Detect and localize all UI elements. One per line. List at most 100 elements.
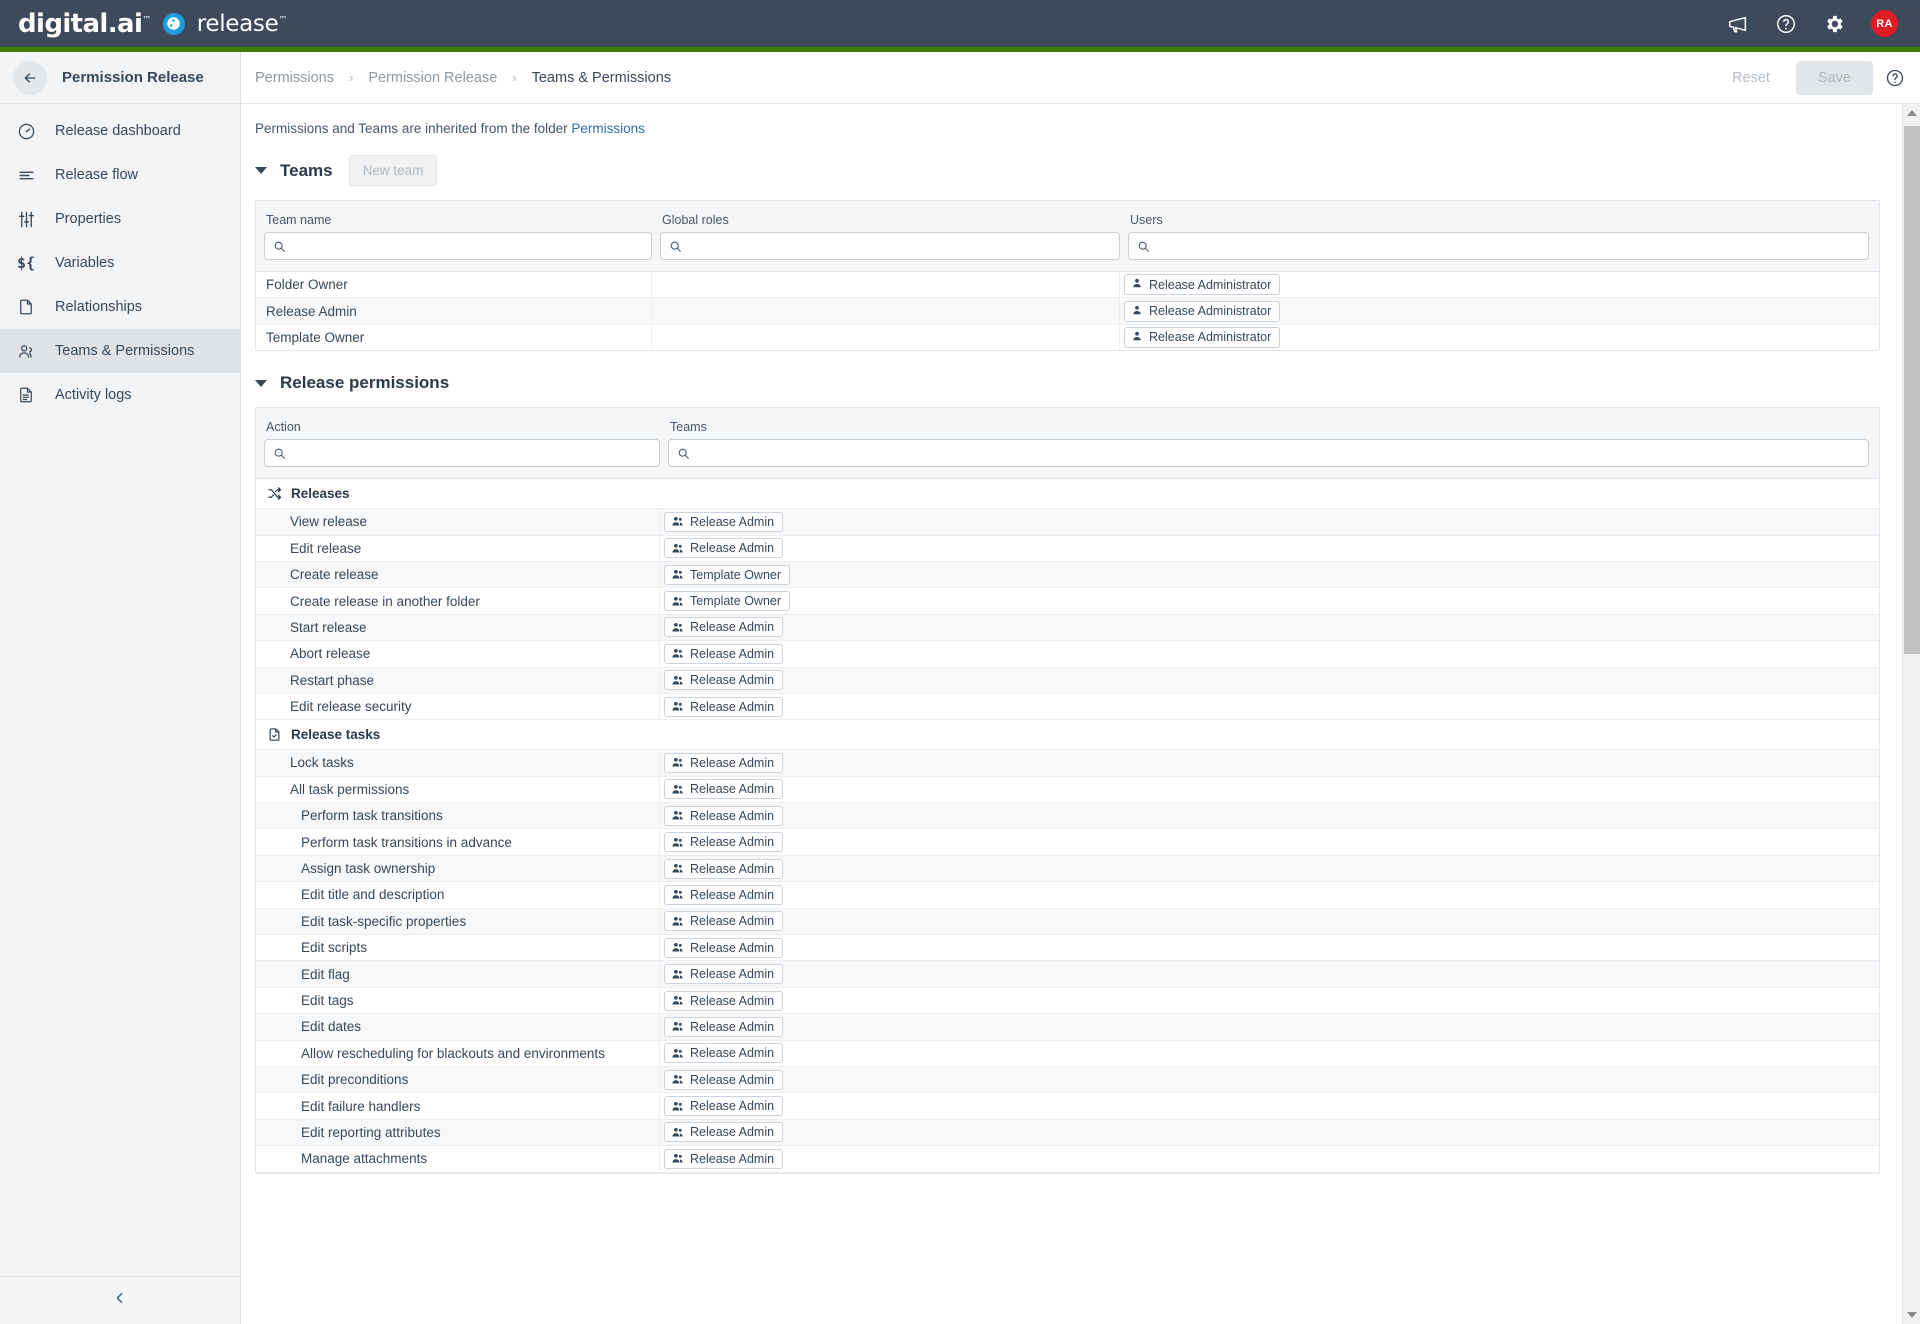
users-filter[interactable] bbox=[1128, 232, 1869, 260]
caret-down-icon[interactable] bbox=[255, 167, 267, 174]
team-chip[interactable]: Release Admin bbox=[664, 696, 784, 717]
permission-row[interactable]: Lock tasks Release Admin bbox=[256, 750, 1879, 777]
permission-row[interactable]: Edit reporting attributes Release Admin bbox=[256, 1119, 1879, 1147]
permission-row[interactable]: Edit preconditions Release Admin bbox=[256, 1066, 1879, 1094]
team-chip[interactable]: Release Admin bbox=[664, 884, 784, 905]
breadcrumb-item-permissions[interactable]: Permissions bbox=[255, 70, 334, 86]
help-circle-icon[interactable] bbox=[1885, 68, 1905, 88]
new-team-button[interactable]: New team bbox=[348, 155, 438, 186]
team-chip[interactable]: Release Admin bbox=[664, 911, 784, 932]
permission-row[interactable]: Edit title and description Release Admin bbox=[256, 882, 1879, 909]
permission-row[interactable]: Abort release Release Admin bbox=[256, 641, 1879, 668]
action-filter-input[interactable] bbox=[286, 440, 659, 467]
permission-teams-cell: Release Admin bbox=[660, 668, 1879, 693]
team-chip[interactable]: Release Admin bbox=[664, 617, 784, 638]
permission-row[interactable]: Manage attachments Release Admin bbox=[256, 1146, 1879, 1173]
permission-row[interactable]: Edit task-specific properties Release Adm… bbox=[256, 908, 1879, 936]
help-circle-icon[interactable] bbox=[1775, 13, 1797, 35]
team-chip[interactable]: Release Admin bbox=[664, 805, 784, 826]
action-filter[interactable] bbox=[264, 439, 660, 468]
scrollbar-thumb[interactable] bbox=[1904, 126, 1920, 654]
permission-row[interactable]: Edit scripts Release Admin bbox=[256, 935, 1879, 962]
team-chip[interactable]: Template Owner bbox=[664, 564, 791, 585]
sidebar-item-variables[interactable]: ${ Variables bbox=[0, 241, 240, 285]
team-chip[interactable]: Release Admin bbox=[664, 1122, 784, 1143]
permission-row[interactable]: Assign task ownership Release Admin bbox=[256, 855, 1879, 883]
users-filter-input[interactable] bbox=[1150, 233, 1868, 259]
team-chip[interactable]: Template Owner bbox=[664, 591, 791, 612]
permission-row[interactable]: Perform task transitions Release Admin bbox=[256, 803, 1879, 830]
teams-table: Team name Global roles Users Folder Owne… bbox=[255, 200, 1880, 352]
team-name-filter-input[interactable] bbox=[286, 233, 651, 259]
team-name-filter[interactable] bbox=[264, 232, 652, 260]
team-chip[interactable]: Release Admin bbox=[664, 511, 784, 532]
permission-row[interactable]: Edit release security Release Admin bbox=[256, 693, 1879, 721]
team-chip[interactable]: Release Admin bbox=[664, 538, 784, 559]
permission-row[interactable]: Perform task transitions in advance Relea… bbox=[256, 829, 1879, 856]
permission-action-label: Restart phase bbox=[256, 667, 660, 693]
team-chip[interactable]: Release Admin bbox=[664, 832, 784, 853]
sidebar-item-properties[interactable]: Properties bbox=[0, 197, 240, 241]
permission-row[interactable]: Create release in another folder Template… bbox=[256, 588, 1879, 615]
gear-icon[interactable] bbox=[1823, 13, 1845, 35]
team-chip[interactable]: Release Admin bbox=[664, 643, 784, 664]
team-chip[interactable]: Release Admin bbox=[664, 858, 784, 879]
brand-logo[interactable]: digital.ai™ release™ bbox=[18, 9, 287, 39]
global-roles-filter[interactable] bbox=[660, 232, 1120, 260]
team-chip[interactable]: Release Admin bbox=[664, 1096, 784, 1117]
team-chip-label: Release Admin bbox=[690, 940, 775, 955]
team-chip[interactable]: Release Admin bbox=[664, 752, 784, 773]
scroll-down-button[interactable] bbox=[1903, 1306, 1920, 1324]
reset-button[interactable]: Reset bbox=[1718, 62, 1784, 94]
sidebar-item-teams-permissions[interactable]: Teams & Permissions bbox=[0, 329, 240, 373]
team-chip[interactable]: Release Admin bbox=[664, 779, 784, 800]
table-row[interactable]: Release Admin Release Administrator bbox=[256, 298, 1879, 325]
user-chip[interactable]: Release Administrator bbox=[1124, 326, 1281, 348]
permission-row[interactable]: Edit failure handlers Release Admin bbox=[256, 1093, 1879, 1120]
permission-row[interactable]: All task permissions Release Admin bbox=[256, 776, 1879, 804]
team-chip[interactable]: Release Admin bbox=[664, 1016, 784, 1037]
teams-filter[interactable] bbox=[668, 439, 1869, 468]
permission-row[interactable]: Create release Template Owner bbox=[256, 561, 1879, 589]
team-chip[interactable]: Release Admin bbox=[664, 1148, 784, 1169]
team-chip[interactable]: Release Admin bbox=[664, 1043, 784, 1064]
global-roles-filter-input[interactable] bbox=[682, 233, 1119, 259]
sidebar-item-relationships[interactable]: Relationships bbox=[0, 285, 240, 329]
vertical-scrollbar[interactable] bbox=[1902, 104, 1920, 1324]
permission-row[interactable]: Start release Release Admin bbox=[256, 614, 1879, 642]
scroll-up-button[interactable] bbox=[1903, 104, 1920, 122]
permission-row[interactable]: Edit tags Release Admin bbox=[256, 987, 1879, 1015]
team-chip[interactable]: Release Admin bbox=[664, 1069, 784, 1090]
table-row[interactable]: Folder Owner Release Administrator bbox=[256, 272, 1879, 299]
user-chip[interactable]: Release Administrator bbox=[1124, 274, 1281, 296]
team-chip[interactable]: Release Admin bbox=[664, 964, 784, 985]
sidebar-collapse-button[interactable] bbox=[0, 1276, 240, 1324]
breadcrumb-item-current: Teams & Permissions bbox=[531, 69, 672, 86]
permissions-section-header: Release permissions bbox=[255, 373, 1902, 393]
teams-filter-input[interactable] bbox=[690, 440, 1868, 467]
avatar[interactable]: RA bbox=[1871, 10, 1898, 37]
inherit-note-link[interactable]: Permissions bbox=[571, 121, 645, 136]
team-chip-label: Release Admin bbox=[690, 1151, 775, 1166]
megaphone-icon[interactable] bbox=[1727, 13, 1749, 35]
permission-row[interactable]: View release Release Admin bbox=[256, 509, 1879, 536]
column-header-users: Users bbox=[1130, 213, 1163, 227]
team-chip[interactable]: Release Admin bbox=[664, 990, 784, 1011]
team-chip[interactable]: Release Admin bbox=[664, 937, 784, 958]
team-chip-label: Release Admin bbox=[690, 541, 775, 556]
permission-row[interactable]: Allow rescheduling for blackouts and env… bbox=[256, 1040, 1879, 1067]
permission-row[interactable]: Restart phase Release Admin bbox=[256, 667, 1879, 694]
permission-row[interactable]: Edit flag Release Admin bbox=[256, 961, 1879, 988]
caret-down-icon[interactable] bbox=[255, 379, 267, 387]
sidebar-item-release-flow[interactable]: Release flow bbox=[0, 153, 240, 197]
sidebar-item-activity-logs[interactable]: Activity logs bbox=[0, 373, 240, 417]
breadcrumb-item-permission-release[interactable]: Permission Release bbox=[368, 70, 497, 86]
sidebar-item-release-dashboard[interactable]: Release dashboard bbox=[0, 109, 240, 153]
back-button[interactable] bbox=[13, 60, 47, 95]
permission-row[interactable]: Edit release Release Admin bbox=[256, 535, 1879, 562]
table-row[interactable]: Template Owner Release Administrator bbox=[256, 324, 1879, 351]
save-button[interactable]: Save bbox=[1795, 60, 1873, 95]
user-chip[interactable]: Release Administrator bbox=[1124, 300, 1281, 322]
team-chip[interactable]: Release Admin bbox=[664, 670, 784, 691]
permission-row[interactable]: Edit dates Release Admin bbox=[256, 1014, 1879, 1041]
